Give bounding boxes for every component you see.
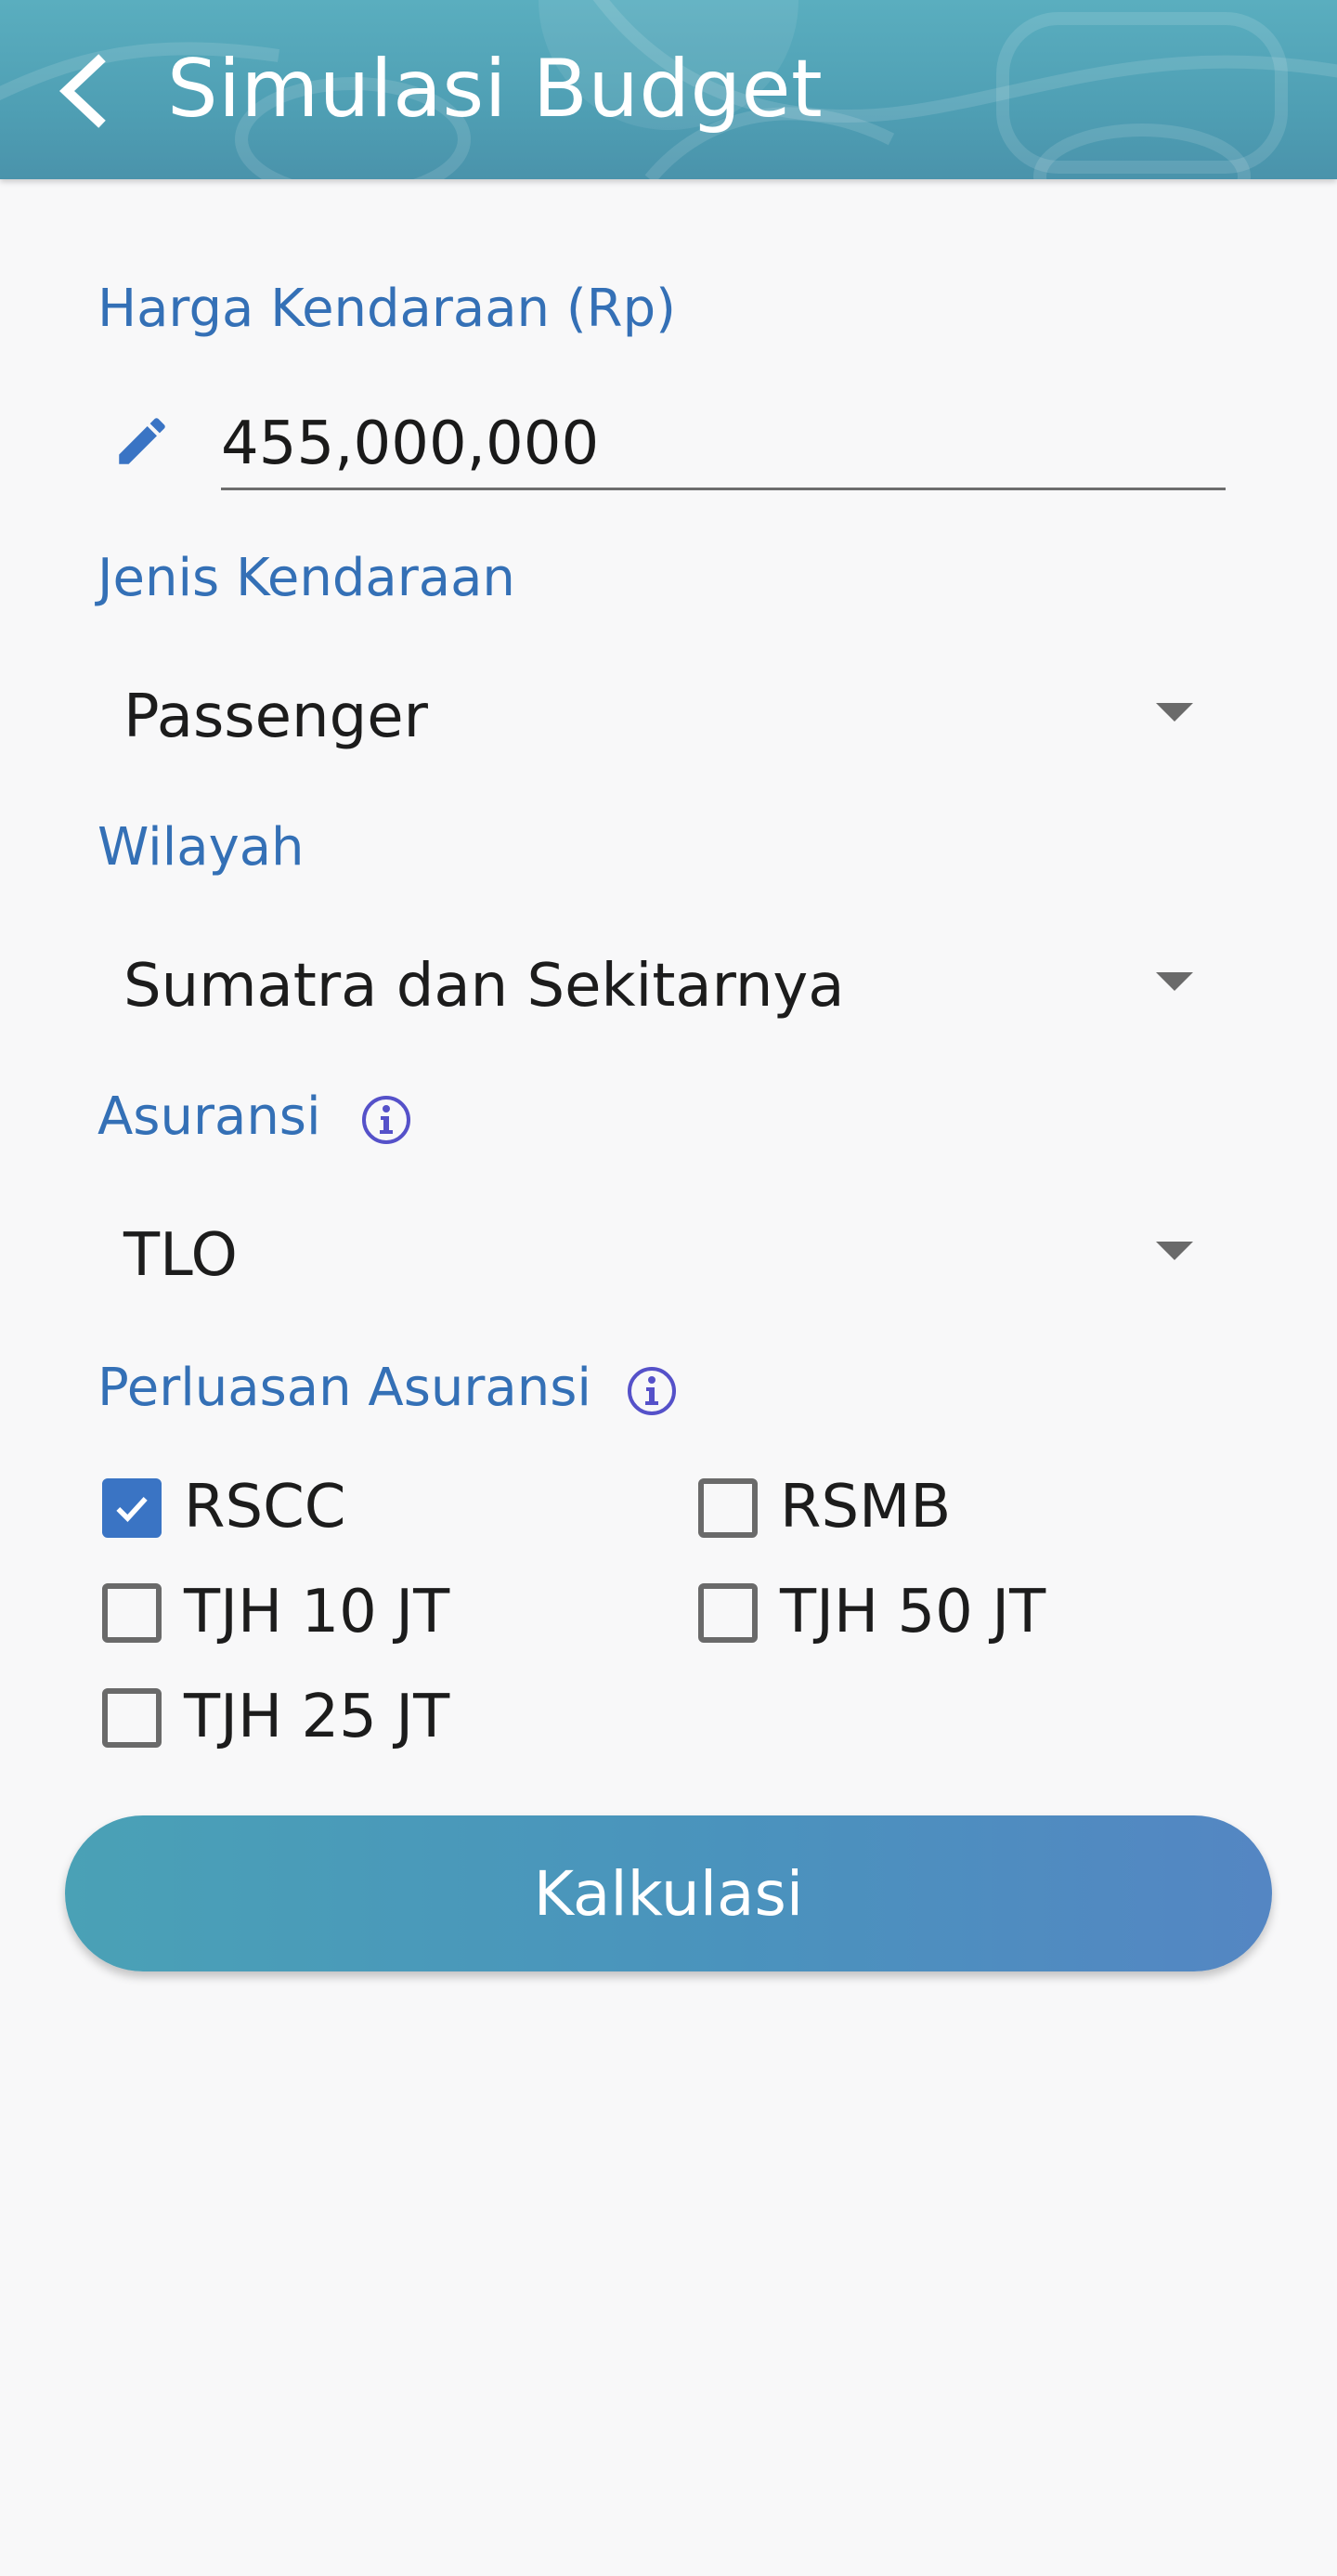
chevron-left-icon bbox=[58, 54, 106, 128]
insurance-dropdown[interactable]: TLO bbox=[97, 1201, 1212, 1303]
region-dropdown[interactable]: Sumatra dan Sekitarnya bbox=[97, 931, 1212, 1034]
region-value: Sumatra dan Sekitarnya bbox=[123, 952, 845, 1021]
vehicle-type-label: Jenis Kendaraan bbox=[97, 548, 515, 608]
checkbox-unchecked-icon bbox=[698, 1478, 758, 1538]
checkbox-unchecked-icon bbox=[102, 1583, 162, 1643]
checkbox-label: TJH 10 JT bbox=[184, 1578, 450, 1646]
dropdown-arrow-icon bbox=[1156, 703, 1193, 722]
app-bar: Simulasi Budget bbox=[0, 0, 1337, 179]
checkbox-label: RSMB bbox=[780, 1473, 952, 1542]
checkbox-unchecked-icon bbox=[698, 1583, 758, 1643]
extension-label: Perluasan Asuransi bbox=[97, 1358, 591, 1418]
back-button[interactable] bbox=[46, 45, 130, 137]
checkbox-label: TJH 50 JT bbox=[780, 1578, 1046, 1646]
insurance-info-icon[interactable] bbox=[360, 1094, 412, 1146]
price-input[interactable] bbox=[221, 390, 1226, 490]
page-title: Simulasi Budget bbox=[167, 43, 824, 136]
insurance-label: Asuransi bbox=[97, 1086, 321, 1147]
price-label: Harga Kendaraan (Rp) bbox=[97, 279, 676, 339]
checkbox-label: TJH 25 JT bbox=[184, 1683, 450, 1751]
extension-info-icon[interactable] bbox=[626, 1365, 678, 1417]
dropdown-arrow-icon bbox=[1156, 972, 1193, 991]
price-field bbox=[111, 390, 1226, 492]
calculate-button[interactable]: Kalkulasi bbox=[65, 1815, 1272, 1971]
region-label: Wilayah bbox=[97, 817, 305, 878]
pencil-icon bbox=[119, 418, 165, 464]
vehicle-type-dropdown[interactable]: Passenger bbox=[97, 662, 1212, 764]
vehicle-type-value: Passenger bbox=[123, 683, 428, 751]
insurance-value: TLO bbox=[123, 1221, 238, 1290]
checkbox-label: RSCC bbox=[184, 1473, 346, 1542]
checkbox-checked-icon bbox=[102, 1478, 162, 1538]
dropdown-arrow-icon bbox=[1156, 1242, 1193, 1260]
checkbox-unchecked-icon bbox=[102, 1688, 162, 1748]
